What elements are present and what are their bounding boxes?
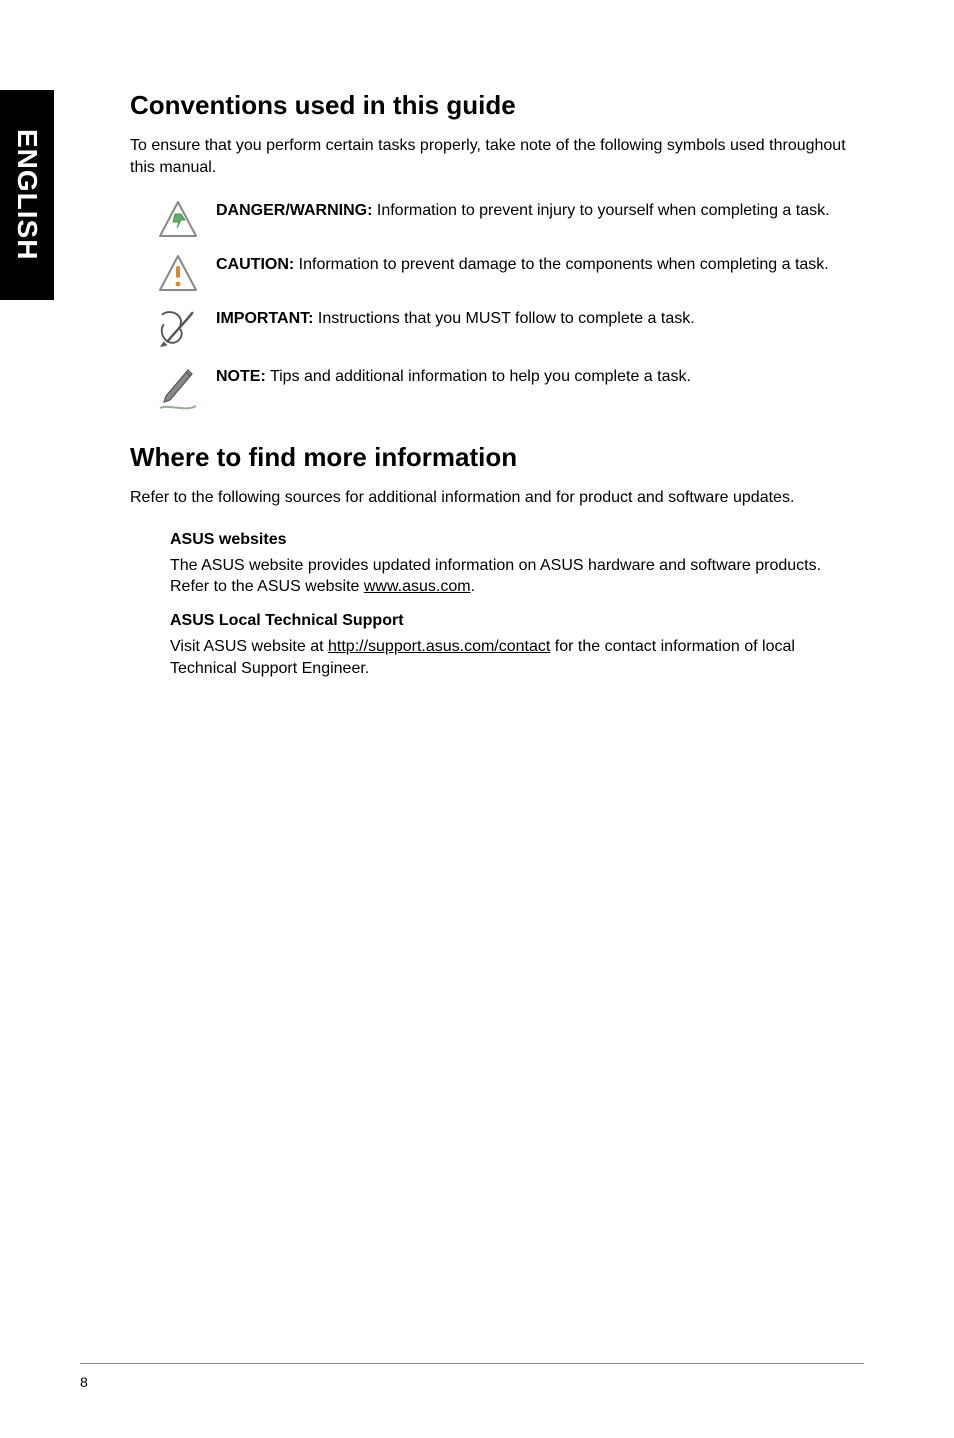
danger-label: DANGER/WARNING:: [216, 202, 372, 219]
asus-websites-title: ASUS websites: [170, 531, 864, 549]
local-support-title: ASUS Local Technical Support: [170, 612, 864, 630]
section2-intro: Refer to the following sources for addit…: [130, 487, 864, 509]
callout-important-text: IMPORTANT: Instructions that you MUST fo…: [216, 308, 695, 330]
callout-note: NOTE: Tips and additional information to…: [158, 366, 864, 414]
content: Conventions used in this guide To ensure…: [130, 90, 864, 679]
callout-danger: DANGER/WARNING: Information to prevent i…: [158, 200, 864, 240]
important-body: Instructions that you MUST follow to com…: [313, 310, 694, 327]
page: ENGLISH Conventions used in this guide T…: [0, 0, 954, 1438]
language-tab-text: ENGLISH: [11, 129, 43, 260]
ls-pre: Visit ASUS website at: [170, 638, 328, 655]
danger-icon: [158, 200, 198, 240]
caution-label: CAUTION:: [216, 256, 294, 273]
aw-post: .: [471, 578, 475, 595]
section1-intro: To ensure that you perform certain tasks…: [130, 135, 864, 178]
page-number: 8: [80, 1374, 864, 1390]
note-label: NOTE:: [216, 368, 266, 385]
ls-link: http://support.asus.com/contact: [328, 638, 550, 655]
important-icon: [158, 308, 198, 352]
caution-icon: [158, 254, 198, 294]
section2: Where to find more information Refer to …: [130, 442, 864, 679]
caution-body: Information to prevent damage to the com…: [294, 256, 829, 273]
aw-pre: The ASUS website provides updated inform…: [170, 557, 821, 596]
asus-websites-block: ASUS websites The ASUS website provides …: [170, 531, 864, 679]
note-body: Tips and additional information to help …: [266, 368, 691, 385]
callout-caution-text: CAUTION: Information to prevent damage t…: [216, 254, 829, 276]
asus-websites-body: The ASUS website provides updated inform…: [170, 555, 864, 598]
danger-body: Information to prevent injury to yoursel…: [372, 202, 829, 219]
section1-heading: Conventions used in this guide: [130, 90, 864, 121]
language-tab: ENGLISH: [0, 90, 54, 300]
callout-note-text: NOTE: Tips and additional information to…: [216, 366, 691, 388]
local-support-body: Visit ASUS website at http://support.asu…: [170, 636, 864, 679]
callout-danger-text: DANGER/WARNING: Information to prevent i…: [216, 200, 830, 222]
callout-caution: CAUTION: Information to prevent damage t…: [158, 254, 864, 294]
section2-heading: Where to find more information: [130, 442, 864, 473]
page-footer: 8: [80, 1363, 864, 1390]
important-label: IMPORTANT:: [216, 310, 313, 327]
aw-link: www.asus.com: [364, 578, 471, 595]
footer-rule: [80, 1363, 864, 1364]
callout-important: IMPORTANT: Instructions that you MUST fo…: [158, 308, 864, 352]
note-icon: [158, 366, 198, 414]
